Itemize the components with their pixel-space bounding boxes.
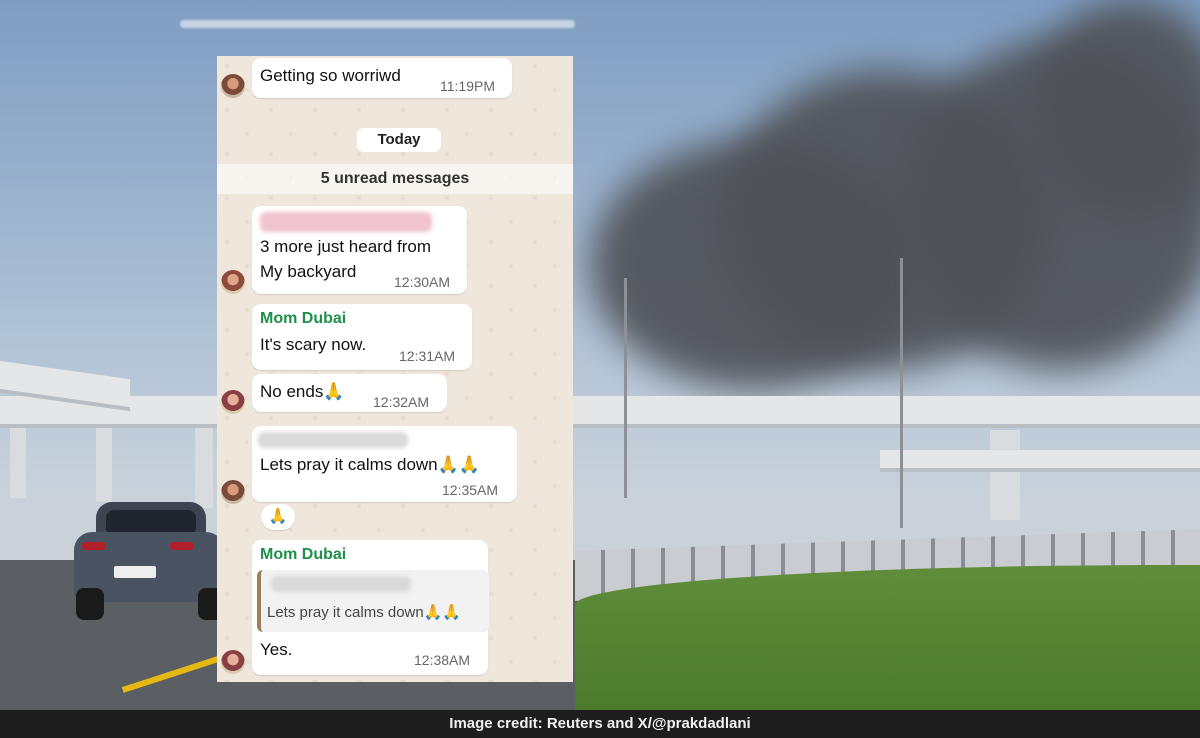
message-time: 12:38AM [414, 652, 471, 668]
sender-name: Mom Dubai [260, 546, 347, 563]
message-bubble[interactable]: Mom Dubai It's scary now. 12:31AM [252, 304, 472, 370]
message-text: No ends🙏 [260, 382, 345, 401]
lower-overpass [880, 450, 1200, 472]
redacted-quoted-sender [271, 576, 411, 592]
license-plate [114, 566, 156, 578]
street-light [900, 258, 903, 528]
redacted-sender-name [258, 432, 408, 448]
message-text: Yes. [260, 640, 293, 659]
message-bubble[interactable]: Getting so worriwd 11:19PM [252, 58, 512, 98]
quoted-message[interactable]: Lets pray it calms down🙏🙏 [257, 570, 489, 632]
redacted-sender-name [260, 212, 432, 232]
overpass [0, 396, 1200, 428]
bridge-pillar [10, 428, 26, 498]
date-divider: Today [357, 128, 441, 152]
message-time: 12:32AM [373, 394, 430, 410]
message-bubble[interactable]: 3 more just heard from My backyard 12:30… [252, 206, 467, 294]
contact-avatar [221, 270, 245, 294]
contact-avatar [221, 390, 245, 414]
message-time: 12:31AM [399, 348, 456, 364]
contact-avatar [221, 480, 245, 504]
chat-screenshot: Getting so worriwd 11:19PM Today 5 unrea… [217, 56, 573, 682]
bridge-pillar [96, 428, 112, 502]
sender-name: Mom Dubai [260, 310, 347, 327]
message-time: 12:35AM [442, 482, 499, 498]
image-credit-caption: Image credit: Reuters and X/@prakdadlani [0, 710, 1200, 738]
quoted-text: Lets pray it calms down🙏🙏 [267, 604, 462, 621]
message-bubble[interactable]: No ends🙏 12:32AM [252, 374, 447, 412]
street-light [624, 278, 627, 498]
grass-median [575, 565, 1200, 710]
blurred-header-strip [180, 20, 575, 28]
contact-avatar [221, 74, 245, 98]
message-text: It's scary now. [260, 335, 367, 354]
message-text: Lets pray it calms down🙏🙏 [260, 455, 480, 474]
car [74, 502, 226, 620]
message-reaction[interactable]: 🙏 [261, 504, 295, 530]
background-photo [0, 0, 1200, 710]
message-time: 11:19PM [440, 78, 495, 94]
bridge-pillar [990, 430, 1020, 520]
message-time: 12:30AM [394, 274, 451, 290]
unread-banner: 5 unread messages [217, 164, 573, 194]
contact-avatar [221, 650, 245, 674]
message-text: Getting so worriwd [260, 66, 401, 85]
message-bubble[interactable]: Lets pray it calms down🙏🙏 12:35AM [252, 426, 517, 502]
bridge-pillar [195, 428, 213, 508]
